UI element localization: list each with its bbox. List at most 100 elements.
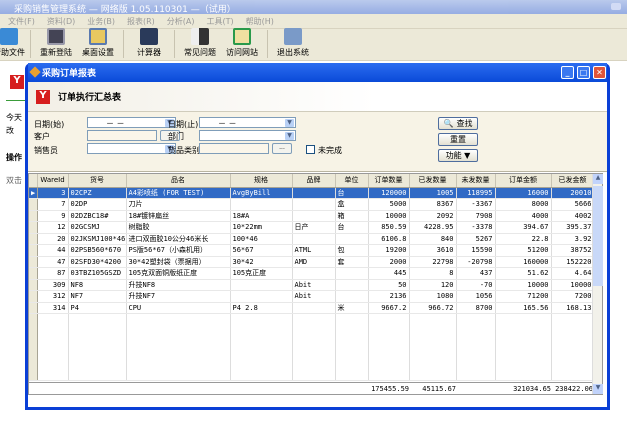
scroll-down-icon[interactable]: ▼ (593, 384, 603, 394)
scroll-thumb[interactable] (593, 186, 603, 286)
table-cell (292, 233, 336, 245)
window-title-bar: 采购订单报表 _ □ ✕ (28, 63, 607, 82)
faq-button[interactable]: 常见问题 (179, 28, 221, 58)
close-button[interactable]: ✕ (593, 66, 606, 79)
relogin-button[interactable]: 重新登陆 (35, 28, 77, 58)
table-cell: 50 (368, 279, 410, 291)
menu-business[interactable]: 业务(B) (87, 16, 115, 26)
category-label: 货品类别 (168, 146, 200, 155)
table-row[interactable]: ▶ 3 02CPZ A4彩喷纸 (FOR TEST) AvgByBill 台 120000 1… (29, 187, 595, 199)
filter-panel: 日期(始) － － ▼ 客户 ... 销售员 ▼ 日期(止) － － ▼ 部门 ▼ … (28, 112, 607, 172)
function-menu-button[interactable]: 功能 ▼ (438, 149, 478, 162)
maximize-button[interactable]: □ (577, 66, 590, 79)
table-row[interactable]: 47 02SFD30*4200 30*42塑封袋（票据用） 30*42 AMD 套 2000… (29, 256, 595, 268)
table-cell: 160000 (495, 256, 552, 268)
table-cell: 4002 (551, 210, 595, 222)
row-indicator (29, 256, 38, 268)
table-cell: -3378 (456, 221, 496, 234)
logo-icon: Y (10, 75, 24, 89)
desktop-settings-button[interactable]: 桌面设置 (77, 28, 119, 58)
table-cell: -70 (456, 279, 496, 291)
salesperson-field[interactable]: ▼ (87, 143, 176, 154)
totals-row: 175455.59 45115.67 321034.65 238422.06 (29, 382, 602, 394)
chevron-down-icon[interactable]: ▼ (285, 132, 294, 140)
table-cell (292, 187, 336, 199)
table-row[interactable]: 12 02GCSMJ 树脂胶 10*22mm 日产台 850.59 4228.95 -3378… (29, 221, 595, 234)
table-cell: 日产 (292, 221, 336, 234)
row-indicator (29, 244, 38, 257)
category-browse-button[interactable]: ... (272, 143, 292, 154)
column-header[interactable]: 货号 (68, 174, 127, 188)
minimize-button[interactable]: _ (561, 66, 574, 79)
table-row[interactable]: 314 P4 CPU P4 2.8 米 9667.2 966.72 8700 165.56 168… (29, 302, 595, 314)
table-cell: -20798 (456, 256, 496, 268)
exit-button[interactable]: 退出系统 (272, 28, 314, 58)
vertical-scrollbar[interactable]: ▲ ▼ (592, 174, 603, 394)
column-header[interactable]: WareId (37, 174, 69, 188)
table-cell: 105克双面铜版纸正度 (126, 267, 231, 280)
table-row[interactable]: 312 NF7 升技NF7 Abit 2136 1080 1056 71200 7200 (29, 290, 595, 303)
app-close-button[interactable] (611, 3, 621, 10)
table-cell (335, 233, 369, 245)
table-cell: 10000 (495, 279, 552, 291)
date-start-value: － － (106, 119, 125, 128)
table-cell: NF8 (68, 279, 127, 291)
empty-cell (368, 313, 410, 381)
search-icon: 🔍 (443, 119, 454, 128)
table-cell: 165.56 (495, 302, 552, 314)
menu-report[interactable]: 报表(R) (127, 16, 155, 26)
window-icon (29, 66, 41, 78)
incomplete-checkbox[interactable] (306, 145, 315, 154)
column-header[interactable]: 未发数量 (456, 174, 496, 188)
column-header[interactable]: 品名 (126, 174, 231, 188)
column-header[interactable]: 规格 (230, 174, 293, 188)
left-item[interactable]: 今天 (6, 112, 27, 123)
menu-data[interactable]: 资料(D) (47, 16, 75, 26)
table-row[interactable]: 309 NF8 升技NF8 Abit 50 120 -70 10000 10000 (29, 279, 595, 291)
reset-button[interactable]: 重置 (438, 133, 478, 146)
date-start-field[interactable]: － － ▼ (87, 117, 176, 128)
table-cell: 15590 (456, 244, 496, 257)
table-row[interactable]: 20 02JKSMJ100*46 进口双面胶10公分46米长 100*46 6106.8… (29, 233, 595, 245)
customer-field[interactable] (87, 130, 157, 141)
table-row[interactable]: 7 02DP 刀片 盒 5000 8367 -3367 8000 5666 (29, 198, 595, 211)
search-button[interactable]: 🔍 查找 (438, 117, 478, 130)
table-cell: 840 (409, 233, 457, 245)
logo-icon: Y (36, 89, 50, 104)
row-indicator-header (29, 174, 38, 188)
column-header[interactable]: 订单金额 (495, 174, 552, 188)
left-item[interactable]: 操作 (6, 152, 27, 163)
column-header[interactable]: 品牌 (292, 174, 336, 188)
table-cell: AMD (292, 256, 336, 268)
left-item[interactable]: 双击 (6, 175, 27, 186)
left-item[interactable]: 改 (6, 125, 27, 136)
category-field[interactable] (199, 143, 269, 154)
table-cell: 3 (37, 187, 69, 199)
column-header[interactable]: 已发金额 (551, 174, 595, 188)
chevron-down-icon[interactable]: ▼ (285, 119, 294, 127)
menu-help[interactable]: 帮助(H) (246, 16, 274, 26)
help-file-button[interactable]: 帮助文件 (0, 28, 26, 58)
table-cell: 3610 (409, 244, 457, 257)
column-header[interactable]: 已发数量 (409, 174, 457, 188)
department-field[interactable]: ▼ (199, 130, 296, 141)
column-header[interactable]: 订单数量 (368, 174, 410, 188)
table-row[interactable]: 44 02PSB560*670 PS版56*67（小森机用） 56*67 ATML 包 19… (29, 244, 595, 257)
table-row[interactable]: 87 03TBZ105GSZD 105克双面铜版纸正度 105克正度 445 8 437 51… (29, 267, 595, 280)
table-row[interactable]: 9 02DZBC18# 18#镀锌扁丝 18#A 箱 10000 2092 7908 4000 4… (29, 210, 595, 222)
date-end-field[interactable]: － － ▼ (199, 117, 296, 128)
table-cell: 台 (335, 221, 369, 234)
menu-analysis[interactable]: 分析(A) (167, 16, 195, 26)
column-header[interactable]: 单位 (335, 174, 369, 188)
calculator-button[interactable]: 计算器 (128, 28, 170, 58)
row-indicator (29, 233, 38, 245)
empty-cell (29, 313, 38, 381)
empty-cell (495, 313, 552, 381)
scroll-up-icon[interactable]: ▲ (593, 174, 603, 184)
visit-website-button[interactable]: 访问网站 (221, 28, 263, 58)
table-cell: 10*22mm (230, 221, 293, 234)
menu-file[interactable]: 文件(F) (8, 16, 35, 26)
menu-tools[interactable]: 工具(T) (207, 16, 234, 26)
table-cell: 100*46 (230, 233, 293, 245)
separator (174, 30, 175, 58)
